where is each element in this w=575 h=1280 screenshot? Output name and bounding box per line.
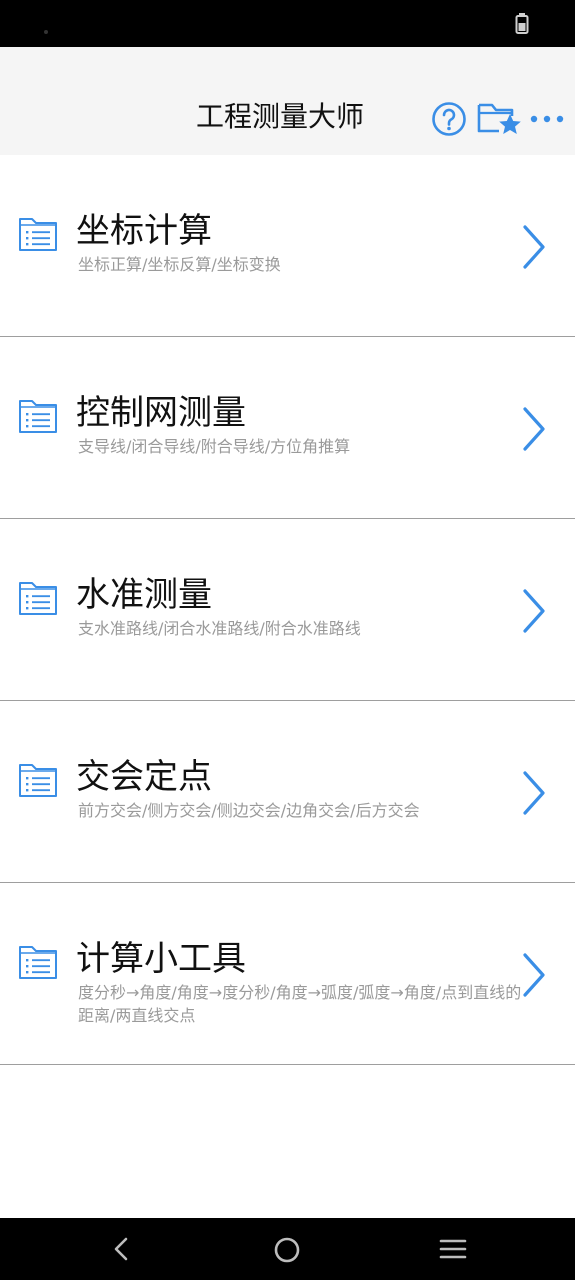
status-bar xyxy=(0,0,575,47)
folder-list-icon xyxy=(19,582,57,615)
chevron-right-icon xyxy=(523,407,545,451)
menu-icon[interactable] xyxy=(438,1236,468,1262)
battery-icon xyxy=(515,13,529,34)
menu-item-intersection[interactable]: 交会定点 前方交会/侧方交会/侧边交会/边角交会/后方交会 xyxy=(0,701,575,883)
menu-item-subtitle: 支导线/闭合导线/附合导线/方位角推算 xyxy=(78,437,351,456)
chevron-right-icon xyxy=(523,771,545,815)
menu-item-title: 控制网测量 xyxy=(76,393,246,433)
more-horizontal-icon[interactable] xyxy=(530,111,566,127)
folder-list-icon xyxy=(19,764,57,797)
menu-item-title: 交会定点 xyxy=(76,757,212,797)
menu-item-subtitle: 支水准路线/闭合水准路线/附合水准路线 xyxy=(78,619,361,638)
help-circle-icon[interactable] xyxy=(431,101,467,137)
menu-item-calc-tools[interactable]: 计算小工具 度分秒→角度/角度→度分秒/角度→弧度/弧度→角度/点到直线的距离/… xyxy=(0,883,575,1065)
status-indicator xyxy=(44,30,48,34)
back-icon[interactable] xyxy=(108,1235,136,1263)
system-nav-bar xyxy=(0,1218,575,1280)
menu-item-subtitle: 前方交会/侧方交会/侧边交会/边角交会/后方交会 xyxy=(78,801,420,820)
menu-list: 坐标计算 坐标正算/坐标反算/坐标变换 控制网测量 支导线/闭合导线/附合导线/… xyxy=(0,155,575,1065)
menu-item-control-network[interactable]: 控制网测量 支导线/闭合导线/附合导线/方位角推算 xyxy=(0,337,575,519)
menu-item-title: 水准测量 xyxy=(76,575,212,615)
chevron-right-icon xyxy=(523,225,545,269)
menu-item-coordinate-calculation[interactable]: 坐标计算 坐标正算/坐标反算/坐标变换 xyxy=(0,155,575,337)
folder-list-icon xyxy=(19,400,57,433)
home-icon[interactable] xyxy=(272,1235,302,1265)
menu-item-title: 坐标计算 xyxy=(76,211,212,251)
menu-item-subtitle: 度分秒→角度/角度→度分秒/角度→弧度/弧度→角度/点到直线的距离/两直线交点 xyxy=(78,983,522,1025)
chevron-right-icon xyxy=(523,589,545,633)
page-title: 工程测量大师 xyxy=(196,100,365,133)
folder-list-icon xyxy=(19,218,57,251)
folder-star-icon[interactable] xyxy=(476,99,524,139)
folder-list-icon xyxy=(19,946,57,979)
chevron-right-icon xyxy=(523,953,545,997)
menu-item-leveling[interactable]: 水准测量 支水准路线/闭合水准路线/附合水准路线 xyxy=(0,519,575,701)
menu-item-subtitle: 坐标正算/坐标反算/坐标变换 xyxy=(78,255,281,274)
menu-item-title: 计算小工具 xyxy=(76,939,246,979)
